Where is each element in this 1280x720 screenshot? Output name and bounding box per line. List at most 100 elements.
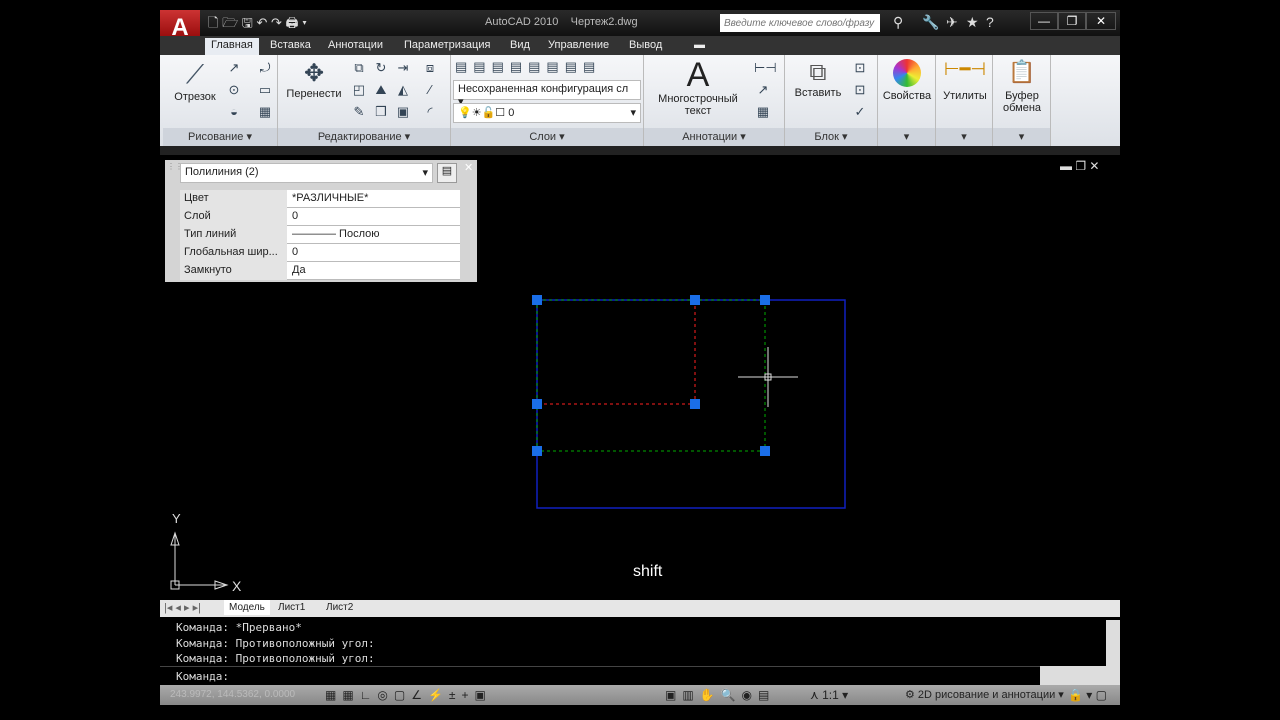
modify-panel-label[interactable]: Редактирование ▾ — [278, 128, 450, 146]
property-value[interactable]: Да — [288, 262, 310, 278]
property-value[interactable]: ———— Послою — [288, 226, 384, 242]
selected-polyline-red[interactable] — [537, 300, 696, 405]
hatch-icon[interactable]: ▦ — [256, 103, 274, 121]
utilities-expand[interactable]: ▾ — [936, 128, 992, 146]
command-scrollbar[interactable] — [1106, 620, 1120, 666]
grip[interactable] — [532, 446, 542, 456]
tab-home[interactable]: Главная — [205, 38, 259, 55]
properties-expand[interactable]: ▾ — [878, 128, 935, 146]
help-icon[interactable]: ? — [986, 14, 994, 30]
move-button[interactable]: ✥ Перенести — [282, 59, 346, 100]
property-value[interactable]: 0 — [288, 208, 302, 224]
layer-tools-icons[interactable]: ▤▤▤▤▤▤▤▤ — [455, 58, 640, 76]
property-key: Глобальная шир... — [180, 244, 287, 262]
annotation-panel-label[interactable]: Аннотации ▾ — [644, 128, 784, 146]
draworder-icon[interactable]: ⧈ — [421, 59, 439, 77]
arc-icon[interactable]: ◒ — [225, 103, 243, 121]
binoculars-icon[interactable]: ⚲ — [893, 14, 903, 31]
dimension-icon[interactable]: ⊢⊣ — [754, 59, 777, 77]
selected-polyline-green[interactable] — [536, 299, 766, 452]
create-block-icon[interactable]: ⊡ — [851, 59, 869, 77]
search-input[interactable] — [720, 14, 880, 32]
workspace-switch[interactable]: ⚙ 2D рисование и аннотации ▾ — [905, 687, 1064, 703]
property-row[interactable]: Глобальная шир... 0 — [180, 244, 460, 262]
property-value[interactable]: *РАЗЛИЧНЫЕ* — [288, 190, 372, 206]
rectangle-icon[interactable]: ▭ — [256, 81, 274, 99]
grip[interactable] — [760, 295, 770, 305]
star-icon[interactable]: ★ — [966, 14, 979, 31]
property-row[interactable]: Слой 0 — [180, 208, 460, 226]
grip[interactable] — [690, 295, 700, 305]
viewport-controls[interactable]: ▬ ❐ ✕ — [1060, 159, 1099, 173]
property-row[interactable]: Цвет *РАЗЛИЧНЫЕ* — [180, 190, 460, 208]
insert-block-button[interactable]: ⧉ Вставить — [789, 59, 847, 99]
tab-manage[interactable]: Управление — [542, 38, 615, 55]
customize-icon[interactable]: ▤ — [437, 163, 457, 183]
drafting-toggles[interactable]: ▦▦∟◎▢∠⚡±+▣ — [325, 687, 525, 703]
polyline2-icon[interactable]: ⤾ — [256, 59, 274, 77]
grip[interactable] — [532, 295, 542, 305]
grip[interactable] — [532, 399, 542, 409]
quick-access-toolbar[interactable]: 🗋 🗁 🖫 ↶ ↷ 🖨 ▾ — [208, 14, 307, 36]
table-icon[interactable]: ▦ — [754, 103, 772, 121]
mtext-button[interactable]: A Многострочный текст — [648, 57, 748, 117]
leader-icon[interactable]: ↗ — [754, 81, 772, 99]
erase-icon[interactable]: ✎ — [350, 103, 368, 121]
satellite-icon[interactable]: ✈ — [946, 14, 958, 31]
tab-annotate[interactable]: Аннотации — [322, 38, 389, 55]
property-row[interactable]: Замкнуто Да — [180, 262, 460, 280]
layer-dropdown[interactable]: 💡☀🔓☐ 0 ▾ — [453, 103, 641, 123]
selection-dropdown[interactable]: Полилиния (2) ▾ — [180, 163, 433, 183]
tab-output[interactable]: Вывод — [623, 38, 668, 55]
tab-model[interactable]: Модель — [224, 600, 270, 615]
array-icon[interactable]: ▣ — [394, 103, 412, 121]
circle-icon[interactable]: ⊙ — [225, 81, 243, 99]
break-icon[interactable]: ⁄ — [421, 81, 439, 99]
block-panel-label[interactable]: Блок ▾ — [785, 128, 877, 146]
lock-icon[interactable]: 🔒 ▾ ▢ — [1068, 687, 1107, 703]
edit-block-icon[interactable]: ⊡ — [851, 81, 869, 99]
tab-navigation-arrows[interactable]: |◂ ◂ ▸ ▸| — [164, 601, 201, 614]
attribute-icon[interactable]: ✓ — [851, 103, 869, 121]
horizontal-scrollbar[interactable] — [1040, 666, 1120, 685]
drag-handle[interactable]: ⋮⋮ — [167, 162, 183, 182]
restore-button[interactable]: ❐ — [1058, 12, 1086, 30]
layer-state-dropdown[interactable]: Несохраненная конфигурация сл ▾ — [453, 80, 641, 108]
minimize-button[interactable]: — — [1030, 12, 1058, 30]
property-row[interactable]: Тип линий ———— Послою — [180, 226, 460, 244]
close-palette-button[interactable]: ✕ — [464, 161, 473, 174]
properties-button[interactable]: Свойства — [880, 59, 934, 102]
fillet-icon[interactable]: ◜ — [421, 103, 439, 121]
tab-sheet2[interactable]: Лист2 — [326, 602, 353, 613]
explode-icon[interactable]: ❒ — [372, 103, 390, 121]
property-value[interactable]: 0 — [288, 244, 302, 260]
command-input[interactable]: Команда: — [160, 666, 1040, 685]
stretch-icon[interactable]: ⛰ — [372, 81, 390, 99]
line-button[interactable]: ⟋ Отрезок — [167, 59, 223, 103]
modify-label: Редактирование — [317, 131, 402, 143]
layers-panel-label[interactable]: Слои ▾ — [451, 128, 643, 146]
offset-icon[interactable]: ◰ — [350, 81, 368, 99]
ribbon-options-icon[interactable]: ▬ — [688, 38, 711, 55]
tab-view[interactable]: Вид — [504, 38, 536, 55]
clipboard-expand[interactable]: ▾ — [993, 128, 1050, 146]
grip[interactable] — [690, 399, 700, 409]
mirror-icon[interactable]: ◭ — [394, 81, 412, 99]
wrench-icon[interactable]: 🔧 — [922, 14, 939, 31]
utilities-button[interactable]: ⊢━⊣ Утилиты — [938, 59, 992, 102]
layout-tabs: |◂ ◂ ▸ ▸| Модель Лист1 Лист2 — [160, 600, 1120, 617]
clipboard-button[interactable]: 📋 Буфер обмена — [995, 59, 1049, 114]
annotation-scale[interactable]: ⋏ 1:1 ▾ — [810, 687, 848, 703]
view-tools[interactable]: ▣▥✋🔍◉▤ — [665, 687, 775, 703]
tab-insert[interactable]: Вставка — [264, 38, 317, 55]
grips[interactable] — [532, 295, 770, 456]
polyline-icon[interactable]: ↗ — [225, 59, 243, 77]
close-button[interactable]: ✕ — [1086, 12, 1116, 30]
copy-icon[interactable]: ⧉ — [350, 59, 368, 77]
tab-parametric[interactable]: Параметризация — [398, 38, 496, 55]
tab-sheet1[interactable]: Лист1 — [278, 602, 305, 613]
trim-icon[interactable]: ⇥ — [394, 59, 412, 77]
rotate-icon[interactable]: ↻ — [372, 59, 390, 77]
draw-panel-label[interactable]: Рисование ▾ — [163, 128, 277, 146]
grip[interactable] — [760, 446, 770, 456]
